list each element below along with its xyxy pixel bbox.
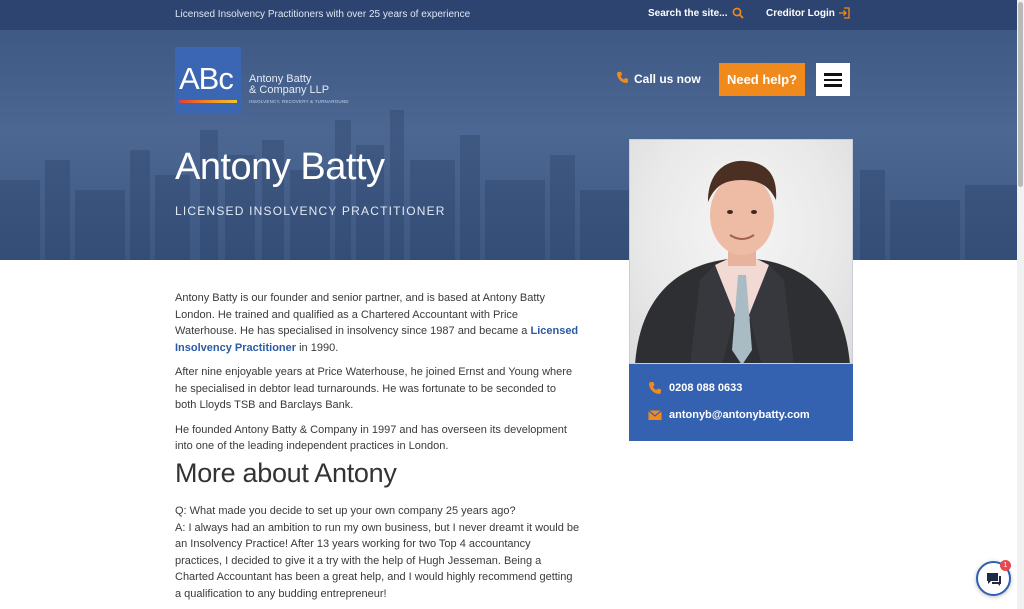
bio-text: in 1990. — [296, 341, 339, 354]
city-skyline-image — [0, 110, 1024, 260]
logo-name-line-2: & Company LLP — [249, 84, 330, 96]
menu-icon-bar — [824, 78, 842, 81]
creditor-login-link[interactable]: Creditor Login — [766, 8, 835, 19]
email-icon — [648, 410, 662, 420]
scrollbar-thumb[interactable] — [1018, 2, 1023, 187]
qa-block: Q: What made you decide to set up your o… — [175, 503, 580, 602]
call-us-link[interactable]: Call us now — [634, 72, 701, 86]
logo-color-bar — [179, 100, 237, 103]
profile-card: 0208 088 0633 antonyb@antonybatty.com — [629, 139, 853, 441]
logo-name: Antony Batty & Company LLP — [249, 74, 329, 96]
chat-notification-badge: 1 — [1000, 560, 1011, 571]
email-address[interactable]: antonyb@antonybatty.com — [669, 409, 810, 421]
answer: A: I always had an ambition to run my ow… — [175, 521, 580, 600]
phone-icon — [649, 382, 661, 394]
menu-button[interactable] — [816, 63, 850, 96]
login-icon[interactable] — [838, 7, 850, 19]
bio-content: Antony Batty is our founder and senior p… — [175, 290, 580, 463]
phone-icon[interactable] — [616, 71, 629, 84]
menu-icon-bar — [824, 84, 842, 87]
logo-letters: ABc — [179, 61, 234, 96]
page-subtitle: LICENSED INSOLVENCY PRACTITIONER — [175, 204, 446, 218]
contact-panel: 0208 088 0633 antonyb@antonybatty.com — [629, 364, 853, 441]
search-icon[interactable] — [732, 7, 744, 19]
bio-paragraph-2: After nine enjoyable years at Price Wate… — [175, 366, 573, 411]
need-help-button[interactable]: Need help? — [719, 63, 805, 96]
bio-text: Antony Batty is our founder and senior p… — [175, 292, 545, 337]
bio-paragraph-1: Antony Batty is our founder and senior p… — [175, 290, 580, 356]
tagline: Licensed Insolvency Practitioners with o… — [175, 9, 471, 20]
profile-photo — [629, 139, 853, 364]
phone-number[interactable]: 0208 088 0633 — [669, 382, 742, 394]
search-link[interactable]: Search the site... — [648, 8, 727, 19]
section-title: More about Antony — [175, 458, 397, 488]
top-bar: Licensed Insolvency Practitioners with o… — [0, 0, 1024, 30]
page-title: Antony Batty — [175, 146, 385, 188]
logo-subtitle: INSOLVENCY, RECOVERY & TURNAROUND — [249, 99, 349, 104]
menu-icon — [824, 73, 842, 76]
portrait-image — [635, 160, 850, 363]
scrollbar[interactable] — [1017, 0, 1024, 609]
bio-paragraph-3: He founded Antony Batty & Company in 199… — [175, 423, 567, 453]
hero-banner: ABc Antony Batty & Company LLP INSOLVENC… — [0, 30, 1024, 260]
question: Q: What made you decide to set up your o… — [175, 505, 516, 517]
company-logo[interactable]: ABc — [175, 47, 241, 113]
